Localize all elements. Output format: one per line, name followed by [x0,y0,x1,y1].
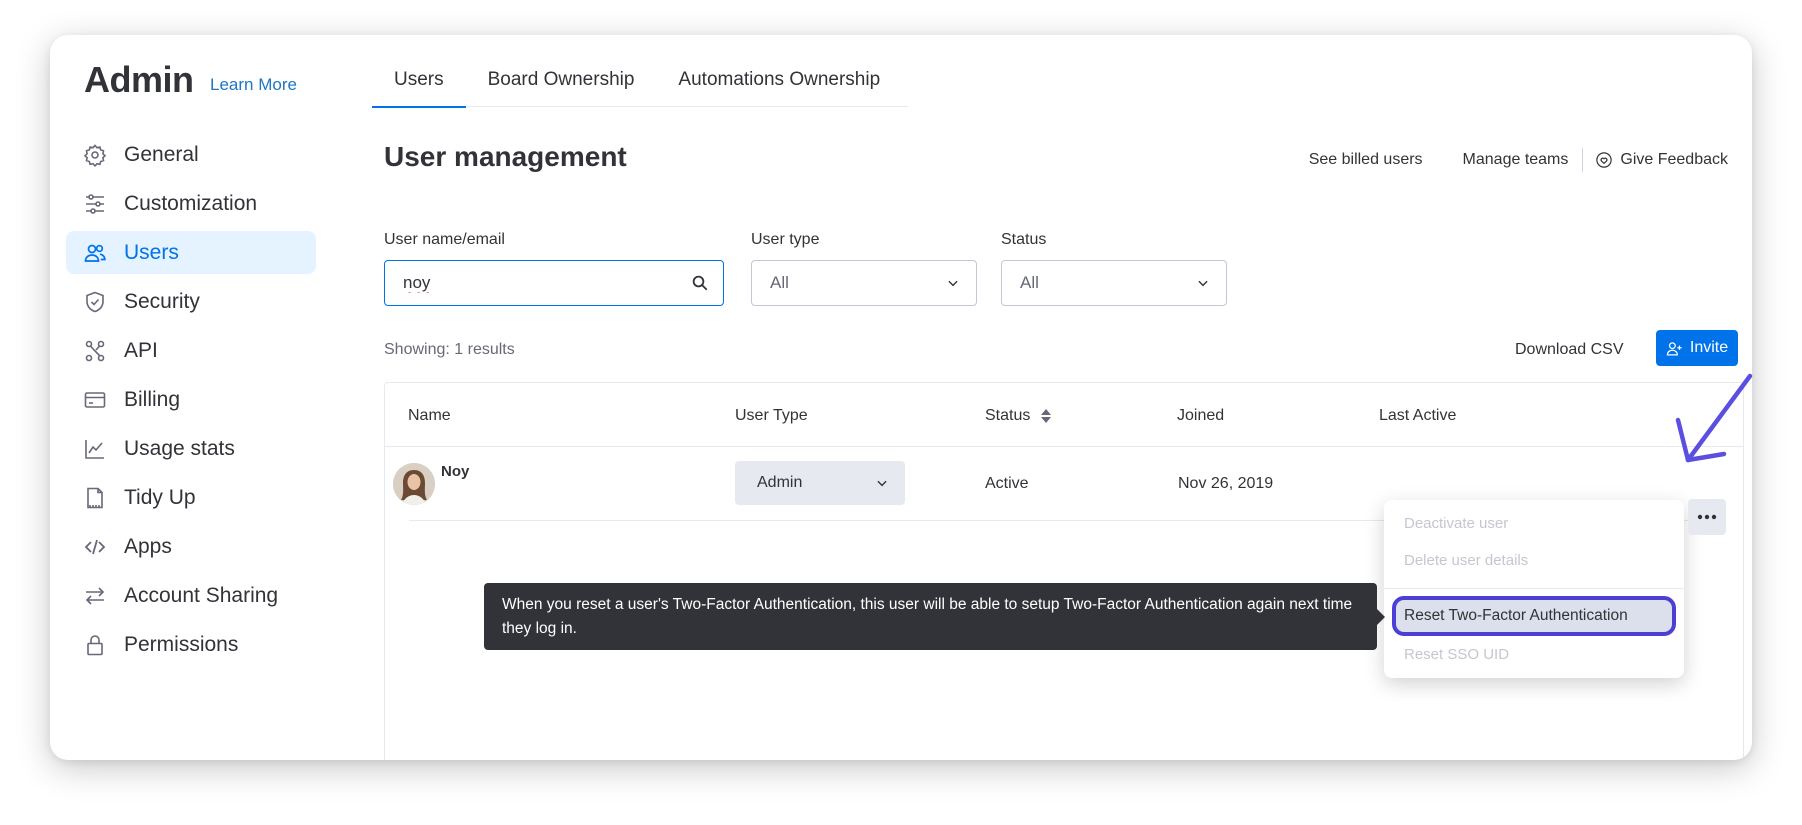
sidebar-item-label: Customization [124,191,258,215]
admin-title: Admin [84,59,194,100]
add-user-icon [1666,341,1682,356]
lock-icon [82,632,108,658]
sidebar-nav: General Customization Users Security API [66,133,316,672]
ellipsis-icon [1697,514,1717,520]
tooltip-arrow [1376,608,1385,626]
sidebar-item-billing[interactable]: Billing [66,378,316,421]
sidebar-item-label: General [124,142,199,166]
table-header: Name User Type Status Joined Last Active [385,383,1743,447]
sidebar-item-label: API [124,338,158,362]
give-feedback-label: Give Feedback [1620,151,1728,168]
sidebar-item-customization[interactable]: Customization [66,182,316,225]
chevron-down-icon [948,280,958,287]
user-type-label: User type [751,231,820,248]
annotation-arrow-icon [1675,373,1753,463]
search-input[interactable] [403,273,691,293]
tab-automations-ownership[interactable]: Automations Ownership [656,65,902,107]
shield-icon [82,289,108,315]
status-value: All [1020,273,1039,292]
arrows-icon [82,583,108,609]
search-label: User name/email [384,231,505,248]
column-header-status-label: Status [985,407,1031,424]
users-icon [82,240,108,266]
sidebar-item-label: Account Sharing [124,583,279,607]
column-header-user-type: User Type [735,407,808,424]
sidebar-item-usage-stats[interactable]: Usage stats [66,427,316,470]
sidebar-item-label: Security [124,289,200,313]
sidebar-item-general[interactable]: General [66,133,316,176]
user-name[interactable]: Noy [441,463,469,480]
sidebar-item-label: Billing [124,387,181,411]
column-header-status[interactable]: Status [985,407,1052,425]
user-joined-date: Nov 26, 2019 [1178,475,1274,492]
credit-card-icon [82,387,108,413]
chevron-down-icon [1198,280,1208,287]
user-type-value: All [770,273,789,292]
menu-divider [1384,588,1684,589]
results-count: Showing: 1 results [384,341,515,358]
code-icon [82,534,108,560]
invite-label: Invite [1689,339,1729,356]
learn-more-link[interactable]: Learn More [210,75,297,95]
status-select[interactable]: All [1001,260,1227,306]
sidebar-item-label: Apps [124,534,172,558]
sort-icon[interactable] [1040,408,1052,424]
sidebar-item-label: Users [124,240,179,264]
menu-item-delete-user-details[interactable]: Delete user details [1404,552,1528,569]
sidebar-item-users[interactable]: Users [66,231,316,274]
sidebar-item-account-sharing[interactable]: Account Sharing [66,574,316,617]
sidebar-item-api[interactable]: API [66,329,316,372]
sidebar-item-tidy-up[interactable]: Tidy Up [66,476,316,519]
column-header-name: Name [408,407,451,424]
avatar [393,463,435,505]
header-actions: See billed users Manage teams Give Feedb… [1269,148,1728,172]
admin-tabs: Users Board Ownership Automations Owners… [372,65,908,108]
manage-teams-link[interactable]: Manage teams [1463,151,1569,169]
invite-button[interactable]: Invite [1656,330,1738,366]
sidebar-item-security[interactable]: Security [66,280,316,323]
menu-item-reset-two-factor-auth[interactable]: Reset Two-Factor Authentication [1392,596,1676,636]
more-actions-button[interactable] [1688,499,1726,535]
column-header-joined: Joined [1177,407,1225,424]
feedback-heart-icon [1596,152,1613,168]
user-actions-menu: Deactivate user Delete user details Rese… [1384,500,1684,678]
document-icon [82,485,108,511]
give-feedback-link[interactable]: Give Feedback [1595,151,1728,169]
api-icon [82,338,108,364]
user-status: Active [985,475,1029,492]
sidebar-item-apps[interactable]: Apps [66,525,316,568]
sliders-icon [82,191,108,217]
column-header-last-active: Last Active [1379,407,1457,424]
menu-item-deactivate-user[interactable]: Deactivate user [1404,515,1508,532]
gear-icon [82,142,108,168]
chevron-down-icon [877,480,887,487]
search-icon[interactable] [691,274,709,292]
status-label: Status [1001,231,1047,248]
see-billed-users-link[interactable]: See billed users [1309,151,1423,169]
user-type-dropdown[interactable]: Admin [735,461,905,505]
chart-icon [82,436,108,462]
tab-board-ownership[interactable]: Board Ownership [466,65,657,107]
sidebar-item-label: Tidy Up [124,485,196,509]
download-csv-button[interactable]: Download CSV [1515,341,1624,359]
sidebar-item-label: Usage stats [124,436,235,460]
menu-item-reset-sso-uid[interactable]: Reset SSO UID [1404,646,1509,663]
user-type-dropdown-value: Admin [757,474,803,491]
divider [1582,148,1584,172]
search-field [384,260,724,306]
user-type-select[interactable]: All [751,260,977,306]
tab-users[interactable]: Users [372,65,466,108]
reset-2fa-tooltip: When you reset a user's Two-Factor Authe… [484,583,1377,650]
admin-window: Admin Learn More General Customization U… [50,35,1752,760]
page-title: User management [384,141,627,172]
sidebar-item-permissions[interactable]: Permissions [66,623,316,666]
sidebar-item-label: Permissions [124,632,239,656]
